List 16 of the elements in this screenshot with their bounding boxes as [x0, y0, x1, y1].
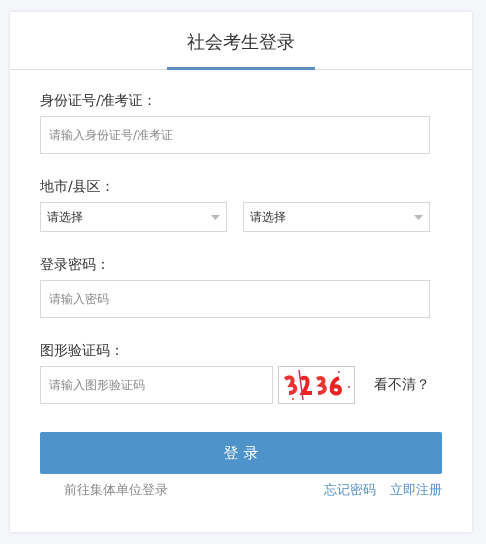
input-field[interactable]: 请输入图形验证码 — [40, 366, 273, 404]
caret-icon — [414, 214, 423, 220]
refresh-captcha-link[interactable]: 看不清？ — [371, 376, 430, 394]
password-field[interactable]: 请输入密码 — [40, 280, 430, 318]
group-login-link[interactable]: 前往集体单位登录 — [64, 481, 310, 499]
tab[interactable]: 社会考生登录 — [167, 12, 315, 70]
field-label: 图形验证码： — [40, 342, 125, 360]
register-link[interactable]: 立即注册 — [390, 481, 442, 499]
field-label: 登录密码： — [40, 256, 111, 274]
field-label: 身份证号/准考证： — [40, 92, 158, 110]
forgot-password-link[interactable]: 忘记密码 — [324, 481, 376, 499]
dropdown[interactable]: 请选择 — [243, 202, 430, 232]
dropdown[interactable]: 请选择 — [40, 202, 227, 232]
field-label: 地市/县区： — [40, 178, 116, 196]
caret-icon — [211, 214, 220, 220]
input-field[interactable]: 请输入身份证号/准考证 — [40, 116, 430, 154]
